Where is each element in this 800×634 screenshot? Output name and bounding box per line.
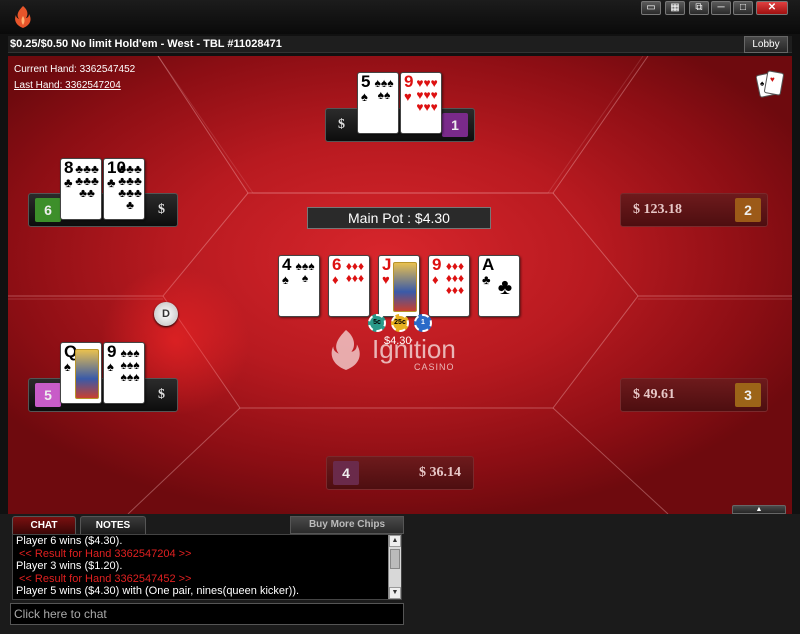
hand-history-cards-icon[interactable]: ♥ ♠ bbox=[756, 68, 784, 100]
table-title: $0.25/$0.50 No limit Hold'em - West - TB… bbox=[10, 38, 282, 50]
maximize-button[interactable]: □ bbox=[733, 1, 753, 15]
brand-sub: CASINO bbox=[414, 362, 455, 372]
card-pips: ♣♣♣♣♣♣♣♣♣♣ bbox=[118, 163, 142, 212]
scroll-thumb[interactable] bbox=[390, 549, 400, 569]
card-suit-icon: ♠ bbox=[361, 89, 368, 104]
hole-card: 9 ♥ ♥♥♥♥♥♥♥♥♥ bbox=[400, 72, 442, 134]
card-pips: ♦♦♦♦♦♦♦♦♦ bbox=[445, 260, 465, 297]
hole-card: Q ♠ bbox=[60, 342, 102, 404]
hole-card: 5 ♠ ♠♠♠♠♠ bbox=[357, 72, 399, 134]
card-suit-icon: ♣ bbox=[482, 272, 491, 287]
card-suit-icon: ♥ bbox=[404, 89, 412, 104]
card-suit-icon: ♠ bbox=[282, 272, 289, 287]
tab-notes[interactable]: NOTES bbox=[80, 516, 146, 534]
lobby-button[interactable]: Lobby bbox=[744, 36, 788, 53]
chat-input[interactable]: Click here to chat bbox=[10, 603, 404, 625]
seat-2-stack: $ 123.18 bbox=[633, 202, 682, 217]
card-suit-icon: ♣ bbox=[64, 175, 73, 190]
chat-line: Player 6 wins ($4.30). bbox=[16, 535, 123, 547]
last-hand-link[interactable]: Last Hand: 3362547204 bbox=[14, 80, 121, 91]
seat-3[interactable]: $ 49.61 3 bbox=[620, 378, 768, 412]
chat-line: << Result for Hand 3362547204 >> bbox=[19, 547, 192, 560]
minimize-button[interactable]: ─ bbox=[711, 1, 731, 15]
card-pips: ♣ bbox=[497, 274, 513, 299]
board-card: J ♥ bbox=[378, 255, 420, 317]
buy-more-chips-button[interactable]: Buy More Chips bbox=[290, 516, 404, 534]
hole-card: 8 ♣ ♣♣♣♣♣♣♣♣ bbox=[60, 158, 102, 220]
hole-card: 10 ♣ ♣♣♣♣♣♣♣♣♣♣ bbox=[103, 158, 145, 220]
title-bar: ▭ ▦ ⧉ ─ □ ✕ bbox=[0, 0, 800, 34]
card-suit-icon: ♠ bbox=[107, 359, 114, 374]
chat-line: << Result for Hand 3362547452 >> bbox=[19, 572, 192, 585]
card-suit-icon: ♠ bbox=[64, 359, 71, 374]
card-suit-icon: ♦ bbox=[432, 272, 439, 287]
seat-5-number: 5 bbox=[35, 383, 61, 407]
seat-6-number: 6 bbox=[35, 198, 61, 222]
card-suit-icon: ♥ bbox=[382, 272, 390, 287]
card-pips: ♠♠♠♠ bbox=[295, 260, 315, 285]
board-card: 6 ♦ ♦♦♦♦♦♦ bbox=[328, 255, 370, 317]
main-pot-label: Main Pot : $4.30 bbox=[307, 207, 491, 229]
expand-panel-button[interactable]: ▲ bbox=[732, 505, 786, 514]
table-layout-button[interactable]: ▭ bbox=[641, 1, 661, 15]
seat-1-stack: $ bbox=[338, 117, 345, 132]
chat-log: Player 6 wins ($4.30). << Result for Han… bbox=[12, 534, 402, 600]
face-card-portrait-icon bbox=[75, 349, 99, 399]
seat-5-stack: $ bbox=[158, 387, 165, 402]
current-hand-label: Current Hand: 3362547452 bbox=[14, 64, 136, 75]
chat-scrollbar[interactable]: ▲ ▼ bbox=[388, 535, 401, 599]
seat-3-stack: $ 49.61 bbox=[633, 387, 675, 402]
board-card: 9 ♦ ♦♦♦♦♦♦♦♦♦ bbox=[428, 255, 470, 317]
ignition-flame-watermark-icon bbox=[331, 330, 360, 370]
seat-4[interactable]: 4 $ 36.14 bbox=[326, 456, 474, 490]
ignition-watermark: Ignition CASINO bbox=[326, 318, 476, 378]
card-pips: ♣♣♣♣♣♣♣♣ bbox=[75, 163, 99, 200]
face-card-portrait-icon bbox=[393, 262, 417, 312]
card-pips: ♠♠♠♠♠ bbox=[374, 77, 394, 102]
cascade-windows-button[interactable]: ⧉ bbox=[689, 1, 709, 15]
brand-name: Ignition bbox=[372, 334, 456, 364]
scroll-down-arrow-icon[interactable]: ▼ bbox=[389, 587, 401, 599]
board-card: 4 ♠ ♠♠♠♠ bbox=[278, 255, 320, 317]
card-pips: ♦♦♦♦♦♦ bbox=[345, 260, 365, 285]
chat-line: Player 3 wins ($1.20). bbox=[16, 560, 123, 573]
seat-4-stack: $ 36.14 bbox=[419, 465, 461, 480]
dealer-button: D bbox=[154, 302, 178, 326]
chat-line: Player 5 wins ($4.30) with (One pair, ni… bbox=[16, 585, 300, 598]
close-button[interactable]: ✕ bbox=[756, 1, 788, 15]
seat-4-number: 4 bbox=[333, 461, 359, 485]
board-card: A ♣ ♣ bbox=[478, 255, 520, 317]
seat-3-number: 3 bbox=[735, 383, 761, 407]
seat-2[interactable]: $ 123.18 2 bbox=[620, 193, 768, 227]
seat-2-number: 2 bbox=[735, 198, 761, 222]
ignition-flame-logo-icon bbox=[15, 6, 31, 28]
svg-text:♥: ♥ bbox=[770, 75, 775, 84]
card-pips: ♥♥♥♥♥♥♥♥♥ bbox=[416, 77, 438, 114]
seat-6-stack: $ bbox=[158, 202, 165, 217]
table-info-bar: $0.25/$0.50 No limit Hold'em - West - TB… bbox=[8, 36, 792, 53]
bottom-panel: CHAT NOTES Buy More Chips Player 6 wins … bbox=[0, 514, 800, 634]
card-suit-icon: ♦ bbox=[332, 272, 339, 287]
card-suit-icon: ♣ bbox=[107, 175, 116, 190]
scroll-up-arrow-icon[interactable]: ▲ bbox=[389, 535, 401, 547]
poker-table: Current Hand: 3362547452 Last Hand: 3362… bbox=[8, 56, 792, 514]
hole-card: 9 ♠ ♠♠♠♠♠♠♠♠♠ bbox=[103, 342, 145, 404]
tab-chat[interactable]: CHAT bbox=[12, 516, 76, 534]
tile-windows-button[interactable]: ▦ bbox=[665, 1, 685, 15]
seat-1-number: 1 bbox=[442, 113, 468, 137]
card-pips: ♠♠♠♠♠♠♠♠♠ bbox=[120, 347, 140, 384]
